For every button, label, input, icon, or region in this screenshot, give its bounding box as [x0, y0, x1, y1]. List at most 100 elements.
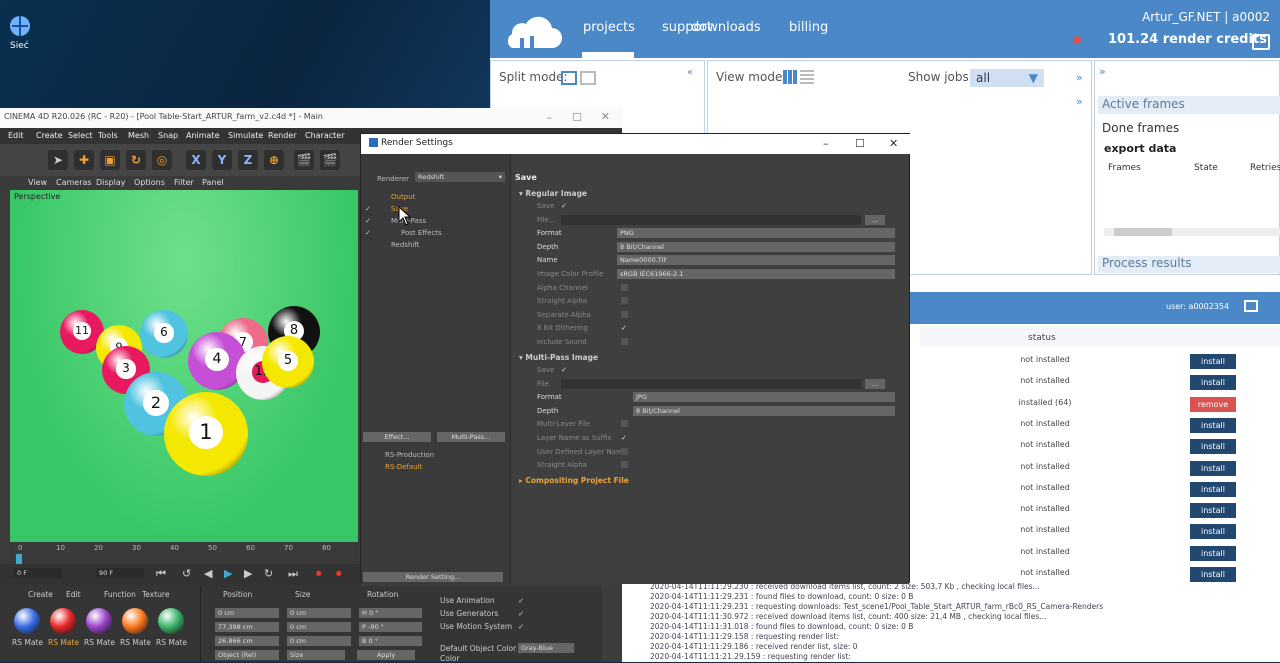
viewport-perspective[interactable]: Perspective 1196378412521	[10, 190, 358, 542]
option-checkbox[interactable]	[621, 283, 628, 291]
expand-icon-2[interactable]: »	[1076, 95, 1083, 108]
next-frame-icon[interactable]: ▶	[244, 567, 252, 580]
attr-checkbox[interactable]: ✓	[518, 622, 524, 631]
material-swatch[interactable]	[50, 608, 76, 634]
tree-post-effects[interactable]: Post Effects	[401, 229, 442, 237]
frame-end-field[interactable]: 90 F	[96, 568, 144, 578]
render-view-icon[interactable]: 🎬	[294, 150, 314, 170]
attr-checkbox[interactable]: ✓	[518, 596, 524, 605]
z-axis-icon[interactable]: Z	[238, 150, 258, 170]
material-swatch[interactable]	[14, 608, 40, 634]
preset-rs-production[interactable]: RS-Production	[385, 451, 434, 459]
plugin-install-button[interactable]: install	[1190, 417, 1236, 433]
material-swatch[interactable]	[158, 608, 184, 634]
minimize-icon[interactable]: –	[547, 111, 553, 124]
frame-start-field[interactable]: 0 F	[14, 568, 62, 578]
size-select[interactable]: Size	[287, 650, 345, 660]
export-data-link[interactable]: export data	[1104, 142, 1176, 155]
viewport-menu-panel[interactable]: Panel	[202, 178, 224, 187]
plugin-install-button[interactable]: install	[1190, 481, 1236, 497]
timeline-playhead[interactable]	[16, 554, 22, 564]
coord-field[interactable]: 0 cm	[215, 608, 279, 618]
menu-animate[interactable]: Animate	[186, 131, 220, 140]
render-setting-button[interactable]: Render Setting...	[363, 572, 503, 582]
option-value[interactable]: PNG	[617, 228, 895, 239]
option-value[interactable]: Name0000.TIF	[617, 255, 895, 266]
minimize-icon[interactable]: –	[823, 137, 829, 150]
coord-field[interactable]: B 0 °	[359, 636, 423, 646]
chat-icon-2[interactable]	[1244, 300, 1258, 312]
effect-button[interactable]: Effect...	[363, 432, 431, 442]
render-picture-viewer-icon[interactable]: 🎬	[320, 150, 340, 170]
coord-field[interactable]: 26.866 cm	[215, 636, 279, 646]
multipass-button[interactable]: Multi-Pass...	[437, 432, 505, 442]
menu-mesh[interactable]: Mesh	[128, 131, 149, 140]
coord-field[interactable]: 77.398 cm	[215, 622, 279, 632]
option-value[interactable]: sRGB IEC61966-2.1	[617, 269, 895, 279]
close-icon[interactable]: ✕	[601, 110, 610, 123]
menu-tools[interactable]: Tools	[98, 131, 118, 140]
option-checkbox[interactable]	[621, 310, 628, 318]
split-vertical-icon[interactable]	[561, 71, 577, 85]
tab-done-frames[interactable]: Done frames	[1102, 121, 1179, 135]
x-axis-icon[interactable]: X	[186, 150, 206, 170]
coord-field[interactable]: H 0 °	[359, 608, 423, 618]
option-checkbox[interactable]: ✓	[621, 434, 627, 442]
mat-menu-edit[interactable]: Edit	[66, 590, 81, 599]
menu-select[interactable]: Select	[68, 131, 93, 140]
option-checkbox[interactable]	[621, 420, 628, 428]
chat-icon[interactable]	[1252, 34, 1270, 50]
multipass-image-section[interactable]: ▾ Multi-Pass Image	[519, 353, 598, 362]
attr-checkbox[interactable]: ✓	[518, 609, 524, 618]
material-swatch[interactable]	[122, 608, 148, 634]
grid-view-icon[interactable]	[783, 70, 797, 84]
option-checkbox[interactable]: ✓	[561, 366, 567, 374]
go-to-start-icon[interactable]: ⏮	[156, 567, 166, 581]
split-horizontal-icon[interactable]	[580, 71, 596, 85]
plugin-install-button[interactable]: install	[1190, 354, 1236, 369]
rotate-tool-icon[interactable]: ↻	[126, 150, 146, 170]
menu-render[interactable]: Render	[268, 131, 296, 140]
coord-field[interactable]: 0 cm	[287, 636, 351, 646]
plugin-install-button[interactable]: install	[1190, 503, 1236, 519]
nav-billing[interactable]: billing	[789, 20, 828, 35]
step-back-icon[interactable]: ↺	[182, 567, 191, 580]
timeline[interactable]: 010203040506070809	[10, 542, 364, 566]
collapse-icon[interactable]: «	[687, 67, 693, 78]
mat-menu-texture[interactable]: Texture	[142, 590, 169, 599]
move-tool-icon[interactable]: ✚	[74, 150, 94, 170]
play-icon[interactable]: ▶	[224, 567, 232, 580]
file-path-field[interactable]	[561, 378, 861, 389]
tree-checkbox-icon[interactable]: ✓	[365, 205, 371, 213]
option-checkbox[interactable]: ✓	[621, 324, 627, 332]
viewport-menu-cameras[interactable]: Cameras	[56, 178, 92, 187]
option-checkbox[interactable]	[621, 461, 628, 469]
option-checkbox[interactable]	[621, 447, 628, 455]
browse-button[interactable]: ...	[865, 378, 885, 389]
default-color-select[interactable]: Gray-Blue	[518, 643, 574, 653]
y-axis-icon[interactable]: Y	[212, 150, 232, 170]
record-icon[interactable]: ⏺	[316, 567, 322, 581]
plugin-install-button[interactable]: install	[1190, 439, 1236, 455]
cloud-logo-icon[interactable]	[502, 10, 562, 52]
tree-redshift[interactable]: Redshift	[391, 241, 419, 249]
tree-checkbox-icon[interactable]: ✓	[365, 217, 371, 225]
compositing-project-file-section[interactable]: ▸ Compositing Project File	[519, 476, 629, 485]
close-icon[interactable]: ✕	[889, 137, 898, 150]
viewport-menu-display[interactable]: Display	[96, 178, 126, 187]
object-rel-select[interactable]: Object (Rel)	[215, 650, 279, 660]
nav-projects[interactable]: projects	[583, 20, 635, 35]
plugin-install-button[interactable]: install	[1190, 545, 1236, 561]
list-view-icon[interactable]	[800, 70, 814, 84]
viewport-menu-options[interactable]: Options	[134, 178, 165, 187]
step-forward-icon[interactable]: ↻	[264, 567, 273, 580]
plugin-install-button[interactable]: install	[1190, 524, 1236, 540]
plugin-install-button[interactable]: install	[1190, 460, 1236, 476]
go-to-end-icon[interactable]: ⏭	[288, 567, 298, 581]
horizontal-scrollbar[interactable]	[1104, 228, 1280, 236]
menu-simulate[interactable]: Simulate	[228, 131, 263, 140]
plugin-install-button[interactable]: install	[1190, 567, 1236, 582]
coord-field[interactable]: P -90 °	[359, 622, 423, 632]
renderer-select[interactable]: Redshift ▾	[415, 172, 505, 182]
scale-tool-icon[interactable]: ▣	[100, 150, 120, 170]
